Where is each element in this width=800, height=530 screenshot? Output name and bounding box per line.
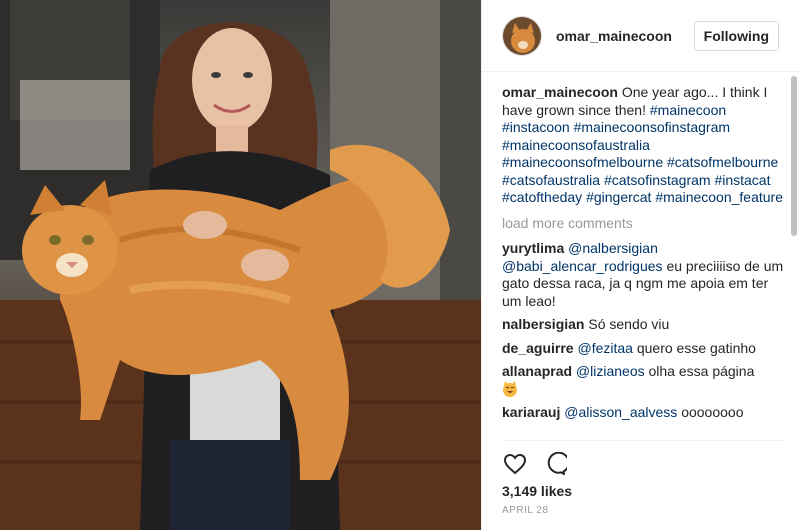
post-side-panel: omar_mainecoon Following omar_mainecoon … — [481, 0, 800, 530]
load-more-comments-link[interactable]: load more comments — [502, 215, 788, 233]
following-button[interactable]: Following — [693, 21, 779, 51]
mention-link[interactable]: @babi_alencar_rodrigues — [502, 258, 663, 274]
hashtag-link[interactable]: #mainecoonsofinstagram — [574, 119, 730, 135]
comment-text: olha essa página — [648, 363, 755, 379]
heart-icon — [503, 453, 527, 475]
comments-scrollbar[interactable] — [791, 76, 797, 236]
hashtag-link[interactable]: #mainecoonsofaustralia — [502, 137, 650, 153]
hashtag-link[interactable]: #catsofinstagram — [604, 172, 711, 188]
like-button[interactable] — [502, 451, 528, 477]
comment-username[interactable]: nalbersigian — [502, 316, 584, 332]
comment-username[interactable]: kariarauj — [502, 404, 560, 420]
comment-bubble-icon — [547, 452, 567, 475]
mention-link[interactable]: @nalbersigian — [568, 240, 658, 256]
hashtag-link[interactable]: #catoftheday — [502, 189, 582, 205]
hashtag-link[interactable]: #catsofaustralia — [502, 172, 600, 188]
avatar-cat-image — [503, 16, 541, 55]
author-username[interactable]: omar_mainecoon — [556, 28, 672, 44]
comment-text: oooooooo — [681, 404, 744, 420]
hashtag-link[interactable]: #mainecoonsofmelbourne — [502, 154, 663, 170]
post-header: omar_mainecoon Following — [482, 0, 800, 72]
mention-link[interactable]: @alisson_aalvess — [564, 404, 677, 420]
comment-button[interactable] — [542, 451, 568, 477]
mention-link[interactable]: @lizianeos — [576, 363, 645, 379]
hashtag-link[interactable]: #gingercat — [586, 189, 651, 205]
hashtag-link[interactable]: #mainecoon — [650, 102, 726, 118]
mention-link[interactable]: @fezitaa — [577, 340, 632, 356]
hashtag-link[interactable]: #catsofmelbourne — [667, 154, 778, 170]
comment-username[interactable]: de_aguirre — [502, 340, 574, 356]
post-caption: omar_mainecoon One year ago... I think I… — [502, 84, 788, 207]
post-actions: 3,149 likes — [502, 440, 782, 530]
comment-text: quero esse gatinho — [636, 339, 756, 356]
hashtag-link[interactable]: #instacoon — [502, 119, 570, 135]
comments-list: omar_mainecoon One year ago... I think I… — [502, 84, 788, 440]
post-date: APRIL 28 — [502, 505, 549, 516]
comment-item: yurytlima @nalbersigian @babi_alencar_ro… — [502, 240, 788, 310]
comment-username[interactable]: allanaprad — [502, 363, 572, 379]
action-icons — [502, 451, 568, 477]
likes-count[interactable]: 3,149 likes — [502, 483, 572, 499]
comment-text: Só sendo viu — [588, 316, 670, 332]
comment-item: nalbersigian Só sendo viu — [502, 316, 788, 334]
photo-illustration — [0, 0, 481, 530]
comment-item: allanaprad @lizianeos olha essa página — [502, 363, 788, 398]
comment-username[interactable]: yurytlima — [502, 240, 564, 256]
hashtag-link[interactable]: #instacat — [714, 172, 770, 188]
avatar[interactable] — [502, 15, 542, 56]
smiling-cat-emoji-icon — [503, 380, 517, 397]
caption-username[interactable]: omar_mainecoon — [502, 84, 618, 100]
hashtag-link[interactable]: #mainecoon_feature — [655, 189, 783, 205]
post-photo[interactable] — [0, 0, 481, 530]
comment-item: de_aguirre @fezitaa quero esse gatinho — [502, 340, 788, 358]
comment-item: kariarauj @alisson_aalvess oooooooo — [502, 404, 788, 422]
